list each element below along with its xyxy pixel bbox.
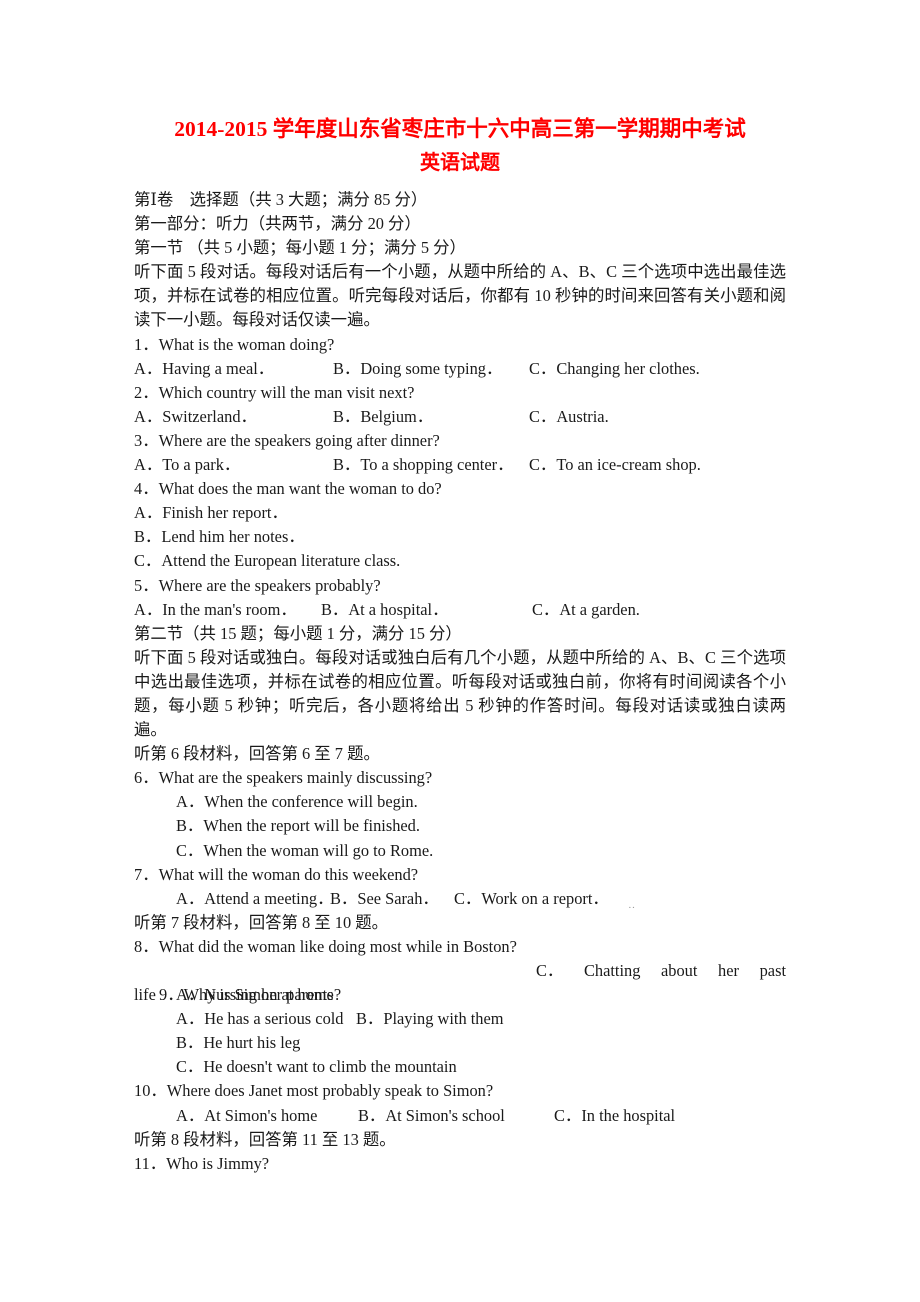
question-5-option-b[interactable]: B．At a hospital． [321, 598, 448, 622]
question-8-option-c[interactable]: C． Chatting about her past [536, 959, 786, 983]
material-6-label: 听第 6 段材料，回答第 6 至 7 题。 [134, 744, 380, 764]
question-7-option-a[interactable]: A．Attend a meeting． [176, 887, 334, 911]
question-2-options: A．Switzerland． B．Belgium． C．Austria. [134, 405, 786, 429]
question-1-option-a[interactable]: A．Having a meal． [134, 357, 274, 381]
question-5-stem: 5．Where are the speakers probably? [134, 575, 381, 595]
material-8-label: 听第 8 段材料，回答第 11 至 13 题。 [134, 1129, 396, 1149]
question-8-options: A．Nursing her parents B．Playing with the… [134, 959, 786, 1028]
question-10-option-c[interactable]: C．In the hospital [554, 1104, 675, 1128]
question-5-options: A．In the man's room． B．At a hospital． C．… [134, 598, 786, 622]
question-8-option-c-word-2: about [661, 961, 698, 980]
question-2-stem: 2．Which country will the man visit next? [134, 382, 415, 402]
question-9-option-c[interactable]: C．He doesn't want to climb the mountain [134, 1055, 786, 1079]
question-3-options: A．To a park． B．To a shopping center． C．T… [134, 453, 786, 477]
question-4-option-c[interactable]: C．Attend the European literature class. [134, 549, 786, 573]
paper-part-line: 第Ⅰ卷 选择题（共 3 大题；满分 85 分） [134, 190, 428, 209]
page-title: 2014-2015 学年度山东省枣庄市十六中高三第一学期期中考试 [174, 117, 746, 141]
question-4-option-b[interactable]: B．Lend him her notes． [134, 525, 786, 549]
question-8-option-c-word-4: past [759, 961, 786, 980]
question-2-option-b[interactable]: B．Belgium． [333, 405, 433, 429]
question-7-option-b[interactable]: B．See Sarah． [330, 887, 439, 911]
question-10-stem: 10．Where does Janet most probably speak … [134, 1081, 494, 1101]
question-3-option-c[interactable]: C．To an ice-cream shop. [529, 453, 701, 477]
question-2-option-c[interactable]: C．Austria. [529, 405, 609, 429]
question-8-option-c-label: C． [536, 961, 564, 980]
exam-page: 2014-2015 学年度山东省枣庄市十六中高三第一学期期中考试 英语试题 第Ⅰ… [0, 0, 920, 1302]
question-8-option-c-word-3: her [718, 961, 739, 980]
question-10-option-b[interactable]: B．At Simon's school [358, 1104, 505, 1128]
question-2-option-a[interactable]: A．Switzerland． [134, 405, 257, 429]
question-7-option-c[interactable]: C．Work on a report． [454, 887, 609, 911]
question-9-stem-row: life 9．Why is Simon at home? [134, 983, 786, 1007]
question-3-stem: 3．Where are the speakers going after din… [134, 430, 440, 450]
section-one-header: 第一节 （共 5 小题；每小题 1 分；满分 5 分） [134, 238, 466, 258]
question-10-option-a[interactable]: A．At Simon's home [176, 1104, 317, 1128]
question-1-stem: 1．What is the woman doing? [134, 334, 335, 354]
question-3-option-b[interactable]: B．To a shopping center． [333, 453, 513, 477]
section-two-instruction: 听下面 5 段对话或独白。每段对话或独白后有几个小题，从题中所给的 A、B、C … [134, 647, 786, 740]
part-one-line: 第一部分：听力（共两节，满分 20 分） [134, 214, 421, 234]
material-7-label: 听第 7 段材料，回答第 8 至 10 题。 [134, 912, 389, 932]
question-10-options: A．At Simon's home B．At Simon's school C．… [134, 1104, 786, 1128]
question-6-option-c[interactable]: C．When the woman will go to Rome. [134, 839, 786, 863]
question-4-option-a[interactable]: A．Finish her report． [134, 501, 786, 525]
section-two-header: 第二节（共 15 题；每小题 1 分，满分 15 分） [134, 623, 462, 643]
question-8-option-b[interactable]: B．Playing with them [356, 1007, 504, 1031]
question-8-option-c-word-1: Chatting [583, 961, 641, 980]
question-1-option-b[interactable]: B．Doing some typing． [333, 357, 502, 381]
section-one-instruction: 听下面 5 段对话。每段对话后有一个小题，从题中所给的 A、B、C 三个选项中选… [134, 262, 786, 330]
question-3-option-a[interactable]: A．To a park． [134, 453, 240, 477]
question-5-option-c[interactable]: C．At a garden. [532, 598, 640, 622]
question-9-stem: 9．Why is Simon at home? [159, 985, 342, 1005]
question-1-option-c[interactable]: C．Changing her clothes. [529, 357, 700, 381]
question-9-option-b[interactable]: B．He hurt his leg [134, 1031, 786, 1055]
question-7-options: A．Attend a meeting． B．See Sarah． C．Work … [134, 887, 786, 914]
question-1-options: A．Having a meal． B．Doing some typing． C．… [134, 357, 786, 381]
question-7-stem: 7．What will the woman do this weekend? [134, 864, 419, 884]
question-6-option-b[interactable]: B．When the report will be finished. [134, 814, 786, 838]
stray-mark: ·· [628, 901, 636, 914]
question-5-option-a[interactable]: A．In the man's room． [134, 598, 297, 622]
question-6-option-a[interactable]: A．When the conference will begin. [134, 790, 786, 814]
document-body: 2014-2015 学年度山东省枣庄市十六中高三第一学期期中考试 英语试题 第Ⅰ… [134, 112, 786, 1176]
question-4-stem: 4．What does the man want the woman to do… [134, 479, 442, 499]
question-8-option-c-tail: life [134, 985, 156, 1005]
question-11-stem: 11．Who is Jimmy? [134, 1153, 270, 1173]
question-6-stem: 6．What are the speakers mainly discussin… [134, 768, 433, 788]
question-8-stem: 8．What did the woman like doing most whi… [134, 936, 517, 956]
page-subtitle: 英语试题 [420, 152, 500, 174]
